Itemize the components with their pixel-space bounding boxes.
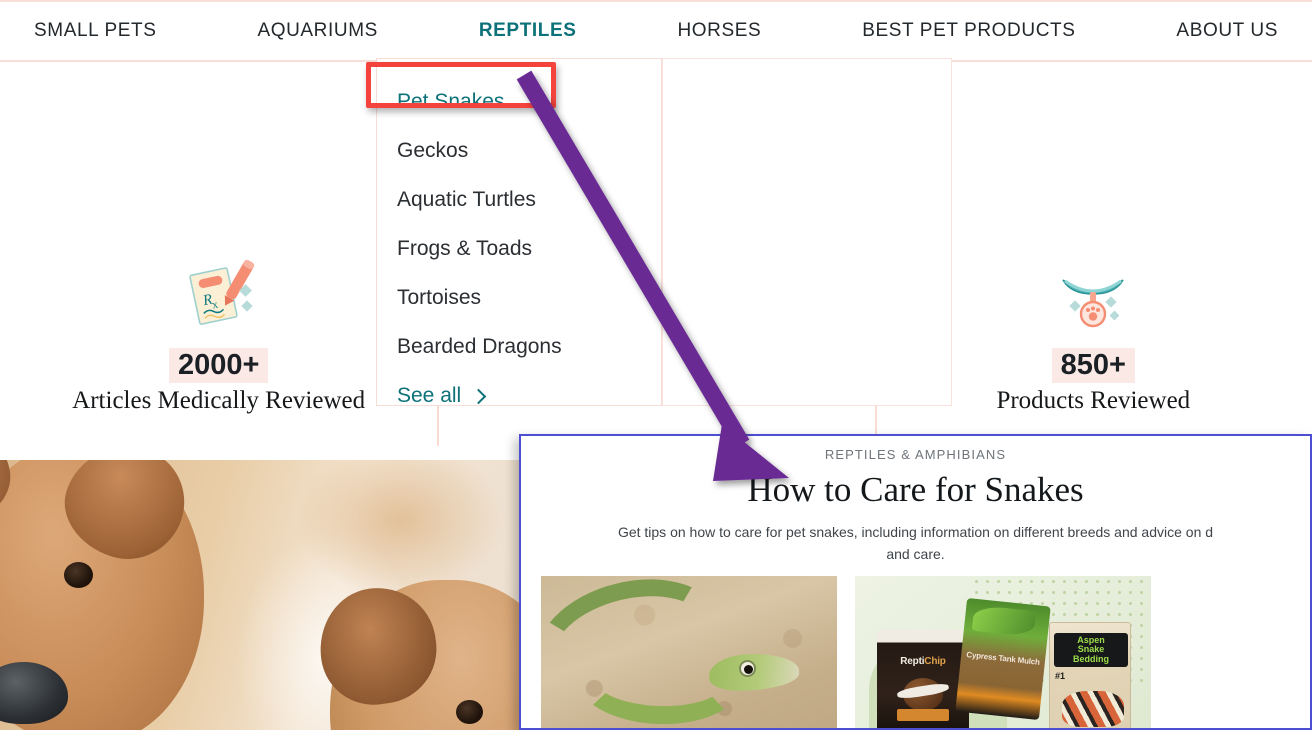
dropdown-see-all-link[interactable]: See all xyxy=(377,371,661,420)
dropdown-item-bearded-dragons[interactable]: Bearded Dragons xyxy=(377,322,661,371)
aspen-banner: Aspen Snake Bedding xyxy=(1054,633,1128,667)
dropdown-item-aquatic-turtles[interactable]: Aquatic Turtles xyxy=(377,175,661,224)
aspen-snake-graphic xyxy=(1062,691,1124,727)
product-aspen-label: Aspen Snake Bedding xyxy=(1073,634,1109,664)
hero-dogs-image xyxy=(0,460,524,730)
dropdown-item-pet-snakes[interactable]: Pet Snakes xyxy=(377,77,661,126)
dropdown-item-tortoises[interactable]: Tortoises xyxy=(377,273,661,322)
stat-number: 2000+ xyxy=(168,348,269,384)
product-reptichip-package: ReptiChip xyxy=(877,630,969,728)
nav-item-horses[interactable]: HORSES xyxy=(677,20,761,42)
product-aspen-snake-bedding-package: Aspen Snake Bedding #1 xyxy=(1049,622,1131,728)
dog-left-ear-right xyxy=(51,460,199,574)
dog-right-eye xyxy=(456,700,483,724)
dog-left xyxy=(0,460,204,730)
see-all-label: See all xyxy=(397,384,462,407)
overlay-card-row: ReptiChip Cypress Tank Mulch Aspen Snake B… xyxy=(521,576,1310,728)
overlay-description: Get tips on how to care for pet snakes, … xyxy=(586,522,1246,565)
nav-item-aquariums[interactable]: AQUARIUMS xyxy=(257,20,377,42)
stat-label: Products Reviewed xyxy=(996,387,1191,415)
stat-number: 850+ xyxy=(1051,348,1135,384)
cypress-leaf-graphic xyxy=(971,604,1037,638)
main-navigation: SMALL PETS AQUARIUMS REPTILES HORSES BES… xyxy=(0,0,1312,62)
snake-photo-bg xyxy=(541,576,837,728)
dog-left-nose xyxy=(0,662,68,724)
product-cypress-mulch-package: Cypress Tank Mulch xyxy=(955,597,1051,721)
chevron-right-icon xyxy=(473,390,485,402)
pet-collar-paw-icon xyxy=(1062,279,1125,328)
reptiles-dropdown-menu: Pet Snakes Geckos Aquatic Turtles Frogs … xyxy=(376,58,662,407)
dog-left-ear-left xyxy=(0,460,20,532)
prescription-rx-icon: R x xyxy=(188,259,254,325)
nav-item-best-pet-products[interactable]: BEST PET PRODUCTS xyxy=(862,20,1075,42)
overlay-kicker: REPTILES & AMPHIBIANS xyxy=(824,447,1007,462)
dropdown-item-frogs-and-toads[interactable]: Frogs & Toads xyxy=(377,224,661,273)
card-snake-bedding-products-photo[interactable]: ReptiChip Cypress Tank Mulch Aspen Snake B… xyxy=(855,576,1151,728)
reptichip-ribbon xyxy=(897,709,949,721)
nav-item-small-pets[interactable]: SMALL PETS xyxy=(34,20,157,42)
dropdown-list: Pet Snakes Geckos Aquatic Turtles Frogs … xyxy=(377,59,661,420)
stat-articles-medically-reviewed: R x 2000+ Articles Medically Reviewed xyxy=(0,248,437,460)
dog-left-eye-right xyxy=(64,562,93,588)
product-reptichip-label: ReptiChip xyxy=(900,656,946,667)
snake-pupil xyxy=(744,665,753,674)
card-green-snake-photo[interactable] xyxy=(541,576,837,728)
product-cypress-label: Cypress Tank Mulch xyxy=(965,650,1041,667)
nav-item-about-us[interactable]: ABOUT US xyxy=(1176,20,1278,42)
stat-label: Articles Medically Reviewed xyxy=(72,387,366,415)
overlay-description-line2: and care. xyxy=(886,545,945,562)
aspen-number-one-badge: #1 xyxy=(1055,671,1066,681)
dog-right xyxy=(312,580,524,730)
page-root: R x 2000+ Articles Medically Reviewed 85… xyxy=(0,0,1312,730)
article-preview-overlay: REPTILES & AMPHIBIANS How to Care for Sn… xyxy=(519,434,1312,730)
dropdown-item-geckos[interactable]: Geckos xyxy=(377,126,661,175)
overlay-page-title: How to Care for Snakes xyxy=(747,470,1084,509)
dropdown-secondary-panel xyxy=(662,58,952,406)
nav-item-reptiles[interactable]: REPTILES xyxy=(479,20,577,42)
bedding-photo-bg: ReptiChip Cypress Tank Mulch Aspen Snake B… xyxy=(855,576,1151,728)
nav-items: SMALL PETS AQUARIUMS REPTILES HORSES BES… xyxy=(0,20,1312,42)
overlay-description-line1: Get tips on how to care for pet snakes, … xyxy=(617,524,1214,540)
